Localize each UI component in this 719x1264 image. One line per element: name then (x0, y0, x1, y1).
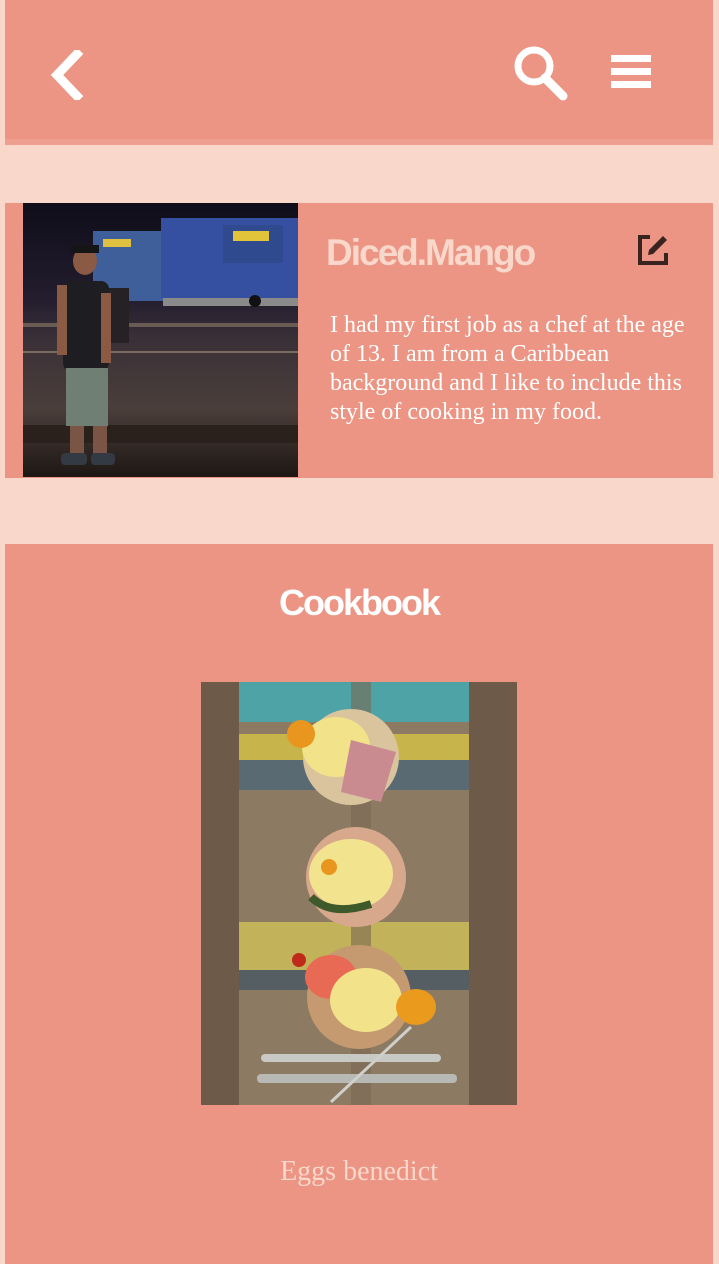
search-icon (514, 46, 568, 101)
recipe-title[interactable]: Eggs benedict (5, 1156, 713, 1188)
profile-photo (23, 203, 298, 477)
top-app-bar (5, 0, 713, 145)
menu-button[interactable] (609, 52, 657, 92)
recipe-photo[interactable] (201, 682, 517, 1105)
edit-icon (638, 235, 668, 265)
chevron-left-icon (50, 47, 84, 103)
cookbook-section: Cookbook Eggs benedict (5, 544, 713, 1264)
cookbook-title: Cookbook (279, 582, 441, 623)
profile-bio: I had my first job as a chef at the age … (330, 312, 685, 425)
search-button[interactable] (510, 44, 570, 102)
edit-profile-button[interactable] (636, 233, 670, 267)
back-button[interactable] (47, 47, 87, 103)
hamburger-menu-icon (611, 55, 651, 88)
profile-username: Diced.Mango (326, 232, 536, 273)
profile-card: Diced.Mango I had my first job as a chef… (5, 203, 713, 478)
